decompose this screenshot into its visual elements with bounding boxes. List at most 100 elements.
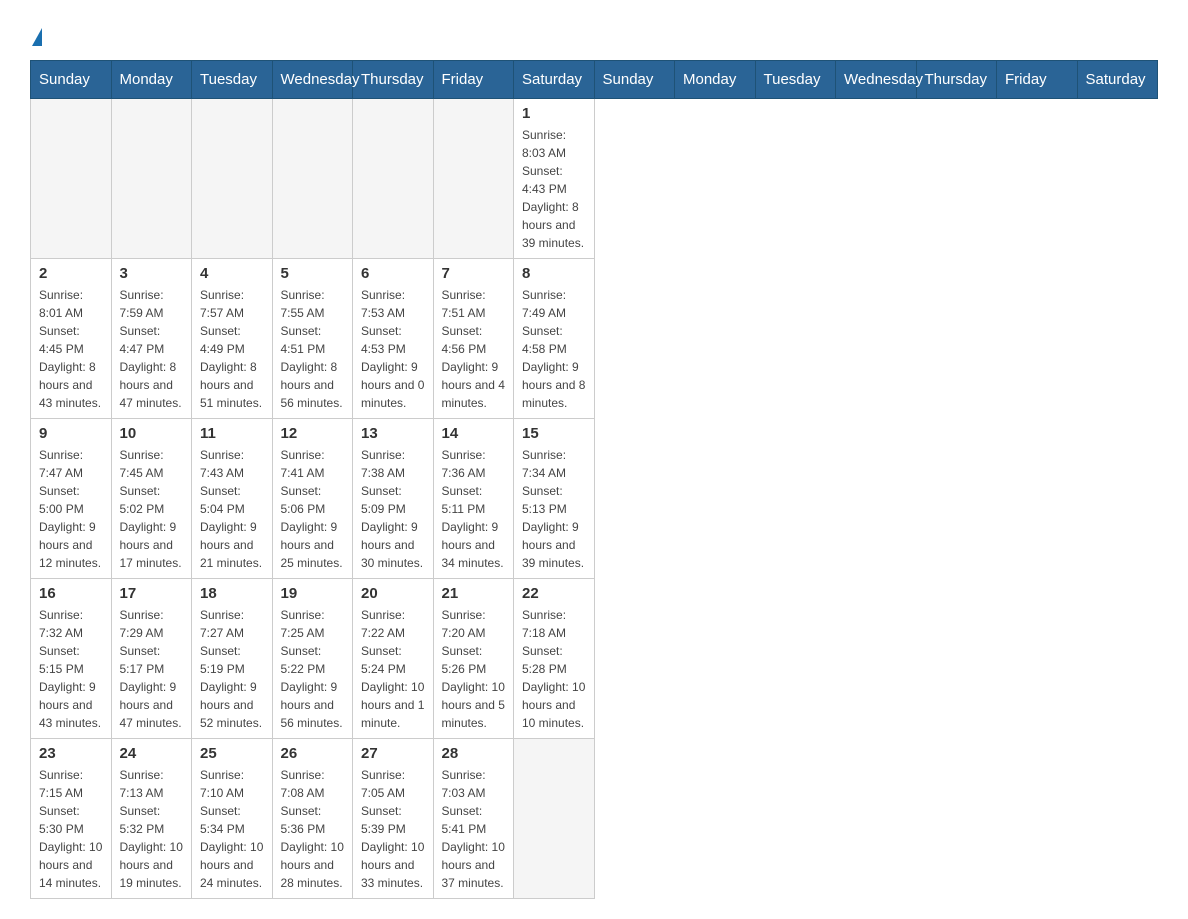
calendar-cell [433, 99, 514, 259]
calendar-cell: 17 Sunrise: 7:29 AM Sunset: 5:17 PM Dayli… [111, 579, 192, 739]
day-number: 13 [361, 425, 425, 442]
day-info: Sunrise: 7:10 AM Sunset: 5:34 PM Dayligh… [200, 766, 264, 892]
day-number: 9 [39, 425, 103, 442]
calendar-cell [514, 739, 595, 899]
calendar-cell: 24Sunrise: 7:13 AM Sunset: 5:32 PM Dayli… [111, 739, 192, 899]
col-header-tuesday: Tuesday [755, 61, 836, 99]
calendar-cell [192, 99, 273, 259]
calendar-week-row: 2 Sunrise: 8:01 AM Sunset: 4:45 PM Daylig… [31, 259, 1158, 419]
day-info: Sunrise: 7:27 AM Sunset: 5:19 PM Dayligh… [200, 606, 264, 732]
day-number: 6 [361, 265, 425, 282]
col-header-thursday: Thursday [916, 61, 997, 99]
calendar-cell: 19 Sunrise: 7:25 AM Sunset: 5:22 PM Dayli… [272, 579, 353, 739]
calendar-header-row: SundayMondayTuesdayWednesdayThursdayFrid… [31, 61, 1158, 99]
calendar-week-row: 16 Sunrise: 7:32 AM Sunset: 5:15 PM Dayli… [31, 579, 1158, 739]
day-number: 16 [39, 585, 103, 602]
day-number: 15 [522, 425, 586, 442]
calendar-cell: 6 Sunrise: 7:53 AM Sunset: 4:53 PM Daylig… [353, 259, 434, 419]
day-info: Sunrise: 7:53 AM Sunset: 4:53 PM Dayligh… [361, 286, 425, 412]
logo-text [30, 28, 44, 46]
day-number: 2 [39, 265, 103, 282]
day-info: Sunrise: 7:20 AM Sunset: 5:26 PM Dayligh… [442, 606, 506, 732]
calendar-cell: 12 Sunrise: 7:41 AM Sunset: 5:06 PM Dayli… [272, 419, 353, 579]
col-header-monday: Monday [111, 61, 192, 99]
day-info: Sunrise: 7:29 AM Sunset: 5:17 PM Dayligh… [120, 606, 184, 732]
calendar-week-row: 1 Sunrise: 8:03 AM Sunset: 4:43 PM Daylig… [31, 99, 1158, 259]
col-header-saturday: Saturday [514, 61, 595, 99]
calendar-week-row: 9Sunrise: 7:47 AM Sunset: 5:00 PM Daylig… [31, 419, 1158, 579]
calendar-cell: 5Sunrise: 7:55 AM Sunset: 4:51 PM Daylig… [272, 259, 353, 419]
col-header-saturday: Saturday [1077, 61, 1158, 99]
day-number: 3 [120, 265, 184, 282]
day-number: 18 [200, 585, 264, 602]
col-header-thursday: Thursday [353, 61, 434, 99]
logo-triangle-icon [32, 28, 42, 46]
day-info: Sunrise: 7:55 AM Sunset: 4:51 PM Dayligh… [281, 286, 345, 412]
calendar-cell: 26Sunrise: 7:08 AM Sunset: 5:36 PM Dayli… [272, 739, 353, 899]
day-number: 1 [522, 105, 586, 122]
calendar-cell: 9Sunrise: 7:47 AM Sunset: 5:00 PM Daylig… [31, 419, 112, 579]
day-info: Sunrise: 7:03 AM Sunset: 5:41 PM Dayligh… [442, 766, 506, 892]
day-info: Sunrise: 7:15 AM Sunset: 5:30 PM Dayligh… [39, 766, 103, 892]
day-number: 24 [120, 745, 184, 762]
day-number: 12 [281, 425, 345, 442]
logo [30, 20, 44, 44]
day-info: Sunrise: 7:38 AM Sunset: 5:09 PM Dayligh… [361, 446, 425, 572]
calendar-cell: 13 Sunrise: 7:38 AM Sunset: 5:09 PM Dayli… [353, 419, 434, 579]
day-info: Sunrise: 7:59 AM Sunset: 4:47 PM Dayligh… [120, 286, 184, 412]
day-number: 4 [200, 265, 264, 282]
col-header-monday: Monday [675, 61, 756, 99]
day-number: 21 [442, 585, 506, 602]
calendar-table: SundayMondayTuesdayWednesdayThursdayFrid… [30, 60, 1158, 899]
calendar-cell: 11Sunrise: 7:43 AM Sunset: 5:04 PM Dayli… [192, 419, 273, 579]
day-number: 17 [120, 585, 184, 602]
day-info: Sunrise: 8:01 AM Sunset: 4:45 PM Dayligh… [39, 286, 103, 412]
page-header [30, 20, 1158, 44]
calendar-week-row: 23Sunrise: 7:15 AM Sunset: 5:30 PM Dayli… [31, 739, 1158, 899]
col-header-tuesday: Tuesday [192, 61, 273, 99]
calendar-cell: 16 Sunrise: 7:32 AM Sunset: 5:15 PM Dayli… [31, 579, 112, 739]
calendar-cell [272, 99, 353, 259]
day-info: Sunrise: 7:25 AM Sunset: 5:22 PM Dayligh… [281, 606, 345, 732]
day-number: 7 [442, 265, 506, 282]
day-info: Sunrise: 7:57 AM Sunset: 4:49 PM Dayligh… [200, 286, 264, 412]
day-info: Sunrise: 7:36 AM Sunset: 5:11 PM Dayligh… [442, 446, 506, 572]
col-header-sunday: Sunday [594, 61, 675, 99]
calendar-cell [31, 99, 112, 259]
day-info: Sunrise: 8:03 AM Sunset: 4:43 PM Dayligh… [522, 126, 586, 252]
calendar-cell: 15 Sunrise: 7:34 AM Sunset: 5:13 PM Dayli… [514, 419, 595, 579]
col-header-wednesday: Wednesday [272, 61, 353, 99]
calendar-cell: 4 Sunrise: 7:57 AM Sunset: 4:49 PM Daylig… [192, 259, 273, 419]
day-info: Sunrise: 7:49 AM Sunset: 4:58 PM Dayligh… [522, 286, 586, 412]
day-number: 28 [442, 745, 506, 762]
calendar-cell: 25Sunrise: 7:10 AM Sunset: 5:34 PM Dayli… [192, 739, 273, 899]
calendar-cell: 2 Sunrise: 8:01 AM Sunset: 4:45 PM Daylig… [31, 259, 112, 419]
day-number: 27 [361, 745, 425, 762]
calendar-cell: 8 Sunrise: 7:49 AM Sunset: 4:58 PM Daylig… [514, 259, 595, 419]
calendar-cell: 1 Sunrise: 8:03 AM Sunset: 4:43 PM Daylig… [514, 99, 595, 259]
calendar-cell: 14 Sunrise: 7:36 AM Sunset: 5:11 PM Dayli… [433, 419, 514, 579]
day-number: 14 [442, 425, 506, 442]
col-header-friday: Friday [997, 61, 1078, 99]
calendar-cell: 22 Sunrise: 7:18 AM Sunset: 5:28 PM Dayli… [514, 579, 595, 739]
day-info: Sunrise: 7:22 AM Sunset: 5:24 PM Dayligh… [361, 606, 425, 732]
calendar-cell: 3 Sunrise: 7:59 AM Sunset: 4:47 PM Daylig… [111, 259, 192, 419]
day-info: Sunrise: 7:18 AM Sunset: 5:28 PM Dayligh… [522, 606, 586, 732]
day-number: 22 [522, 585, 586, 602]
day-info: Sunrise: 7:43 AM Sunset: 5:04 PM Dayligh… [200, 446, 264, 572]
calendar-cell [353, 99, 434, 259]
calendar-cell: 27Sunrise: 7:05 AM Sunset: 5:39 PM Dayli… [353, 739, 434, 899]
day-number: 8 [522, 265, 586, 282]
calendar-cell: 18 Sunrise: 7:27 AM Sunset: 5:19 PM Dayli… [192, 579, 273, 739]
day-info: Sunrise: 7:45 AM Sunset: 5:02 PM Dayligh… [120, 446, 184, 572]
day-info: Sunrise: 7:08 AM Sunset: 5:36 PM Dayligh… [281, 766, 345, 892]
day-info: Sunrise: 7:41 AM Sunset: 5:06 PM Dayligh… [281, 446, 345, 572]
day-info: Sunrise: 7:34 AM Sunset: 5:13 PM Dayligh… [522, 446, 586, 572]
col-header-sunday: Sunday [31, 61, 112, 99]
col-header-friday: Friday [433, 61, 514, 99]
day-number: 20 [361, 585, 425, 602]
day-info: Sunrise: 7:32 AM Sunset: 5:15 PM Dayligh… [39, 606, 103, 732]
day-number: 19 [281, 585, 345, 602]
col-header-wednesday: Wednesday [836, 61, 917, 99]
calendar-cell [111, 99, 192, 259]
